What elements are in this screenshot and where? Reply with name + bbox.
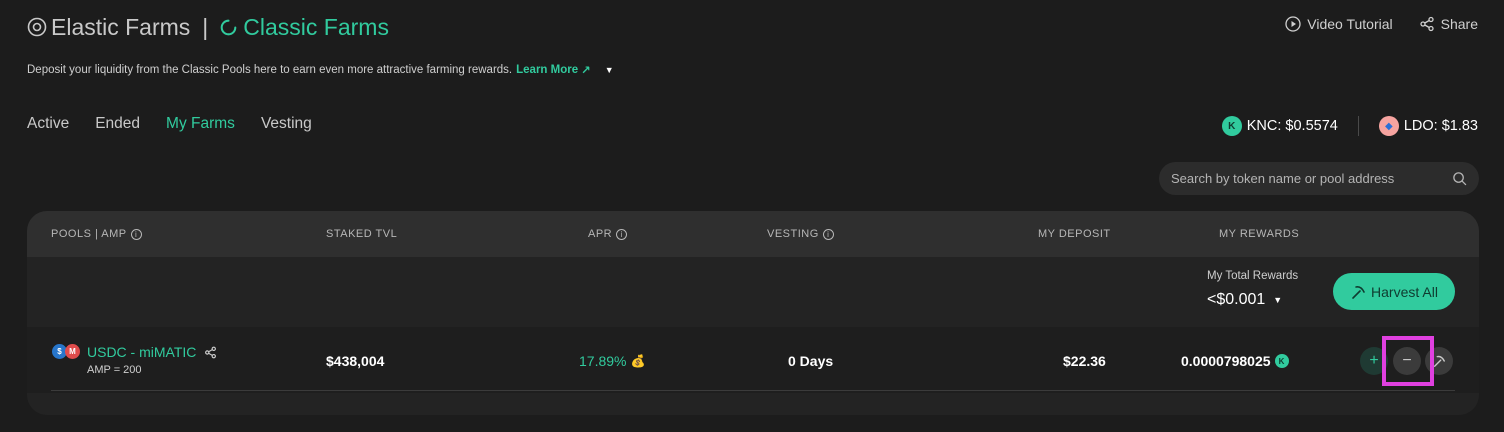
money-bag-icon[interactable]: 💰	[630, 354, 645, 368]
pickaxe-icon	[1352, 285, 1365, 299]
knc-token-icon: K	[1221, 116, 1242, 136]
total-rewards-dropdown[interactable]: <$0.001 ▼	[1207, 291, 1282, 309]
pool-amp: AMP = 200	[87, 364, 142, 376]
search-input[interactable]	[1171, 171, 1452, 186]
my-deposit-value: $22.36	[1063, 353, 1106, 369]
ldo-price: ◆ LDO: $1.83	[1378, 116, 1478, 136]
header-my-deposit[interactable]: MY DEPOSIT	[1038, 228, 1111, 240]
row-divider	[51, 390, 1455, 391]
classic-logo-icon	[220, 19, 237, 35]
header-actions: Video Tutorial Share	[1285, 16, 1478, 32]
page-header: Elastic Farms | Classic Farms	[27, 12, 389, 42]
header-vesting[interactable]: VESTING i	[767, 228, 834, 240]
share-icon[interactable]	[204, 346, 217, 359]
header-pools[interactable]: POOLS | AMP i	[51, 228, 142, 240]
video-tutorial-button[interactable]: Video Tutorial	[1285, 16, 1393, 32]
harvest-all-button[interactable]: Harvest All	[1333, 273, 1455, 310]
share-icon	[1419, 16, 1434, 32]
title-separator: |	[202, 13, 209, 40]
header-pools-label: POOLS | AMP	[51, 228, 127, 240]
pool-token-icons: $ M	[52, 344, 80, 359]
tab-vesting[interactable]: Vesting	[261, 115, 312, 133]
pool-name-link[interactable]: USDC - miMATIC	[87, 344, 217, 360]
classic-farms-label: Classic Farms	[243, 13, 389, 40]
ldo-token-icon: ◆	[1378, 116, 1399, 136]
share-button[interactable]: Share	[1419, 16, 1478, 32]
apr-value: 17.89%	[579, 353, 627, 369]
learn-more-label: Learn More	[516, 64, 579, 76]
pickaxe-icon	[1433, 355, 1445, 367]
search-bar	[1159, 162, 1479, 195]
table-row: $ M USDC - miMATIC AMP = 200 $438,004 17…	[27, 327, 1479, 393]
farms-table: POOLS | AMP i STAKED TVL APR i VESTING i…	[27, 211, 1479, 415]
caret-down-icon: ▼	[1273, 295, 1283, 305]
token-prices: K KNC: $0.5574 ◆ LDO: $1.83	[1221, 116, 1478, 136]
knc-price: K KNC: $0.5574	[1221, 116, 1338, 136]
share-label: Share	[1440, 16, 1478, 32]
classic-farms-title[interactable]: Classic Farms	[220, 14, 389, 41]
header-my-rewards[interactable]: MY REWARDS	[1219, 228, 1299, 240]
my-rewards-cell: 0.0000798025 K	[1181, 353, 1289, 369]
total-rewards-label: My Total Rewards	[1207, 270, 1299, 282]
knc-price-label: KNC: $0.5574	[1246, 118, 1338, 134]
rewards-summary: My Total Rewards <$0.001 ▼ Harvest All	[27, 257, 1479, 327]
elastic-farms-label: Elastic Farms	[51, 13, 191, 40]
withdraw-button-highlight	[1382, 336, 1434, 386]
my-rewards-value: 0.0000798025	[1181, 353, 1271, 369]
header-apr-label: APR	[588, 228, 613, 240]
farms-description: Deposit your liquidity from the Classic …	[27, 63, 614, 77]
header-apr[interactable]: APR i	[588, 228, 628, 240]
header-staked-tvl-label: STAKED TVL	[326, 228, 398, 240]
elastic-farms-title[interactable]: Elastic Farms	[27, 14, 190, 41]
elastic-logo-icon	[27, 17, 47, 37]
vesting-value: 0 Days	[788, 353, 834, 369]
knc-token-icon: K	[1274, 354, 1289, 368]
info-icon[interactable]: i	[616, 228, 628, 240]
description-text: Deposit your liquidity from the Classic …	[27, 64, 513, 76]
harvest-all-label: Harvest All	[1371, 283, 1438, 300]
ldo-price-label: LDO: $1.83	[1403, 118, 1478, 134]
plus-icon: +	[1369, 352, 1379, 369]
info-icon[interactable]: i	[130, 228, 142, 240]
header-vesting-label: VESTING	[767, 228, 819, 240]
search-icon[interactable]	[1452, 171, 1467, 186]
staked-tvl-value: $438,004	[326, 353, 385, 369]
tab-my-farms[interactable]: My Farms	[166, 115, 235, 133]
mimatic-token-icon: M	[65, 344, 80, 359]
learn-more-link[interactable]: Learn More ↗	[516, 63, 591, 77]
total-rewards-value: <$0.001	[1207, 291, 1266, 308]
tab-active[interactable]: Active	[27, 115, 69, 133]
play-circle-icon	[1285, 16, 1301, 32]
info-icon[interactable]: i	[822, 228, 834, 240]
price-divider	[1357, 116, 1359, 136]
header-staked-tvl[interactable]: STAKED TVL	[326, 228, 397, 240]
video-tutorial-label: Video Tutorial	[1307, 16, 1393, 32]
external-link-icon: ↗	[581, 65, 591, 77]
table-header: POOLS | AMP i STAKED TVL APR i VESTING i…	[27, 211, 1479, 257]
apr-cell: 17.89% 💰	[579, 353, 645, 369]
header-my-deposit-label: MY DEPOSIT	[1038, 228, 1111, 240]
header-my-rewards-label: MY REWARDS	[1219, 228, 1300, 240]
farm-tabs: Active Ended My Farms Vesting	[27, 115, 312, 133]
expand-description-icon[interactable]: ▼	[605, 65, 614, 75]
pool-name: USDC - miMATIC	[87, 344, 197, 360]
tab-ended[interactable]: Ended	[95, 115, 140, 133]
